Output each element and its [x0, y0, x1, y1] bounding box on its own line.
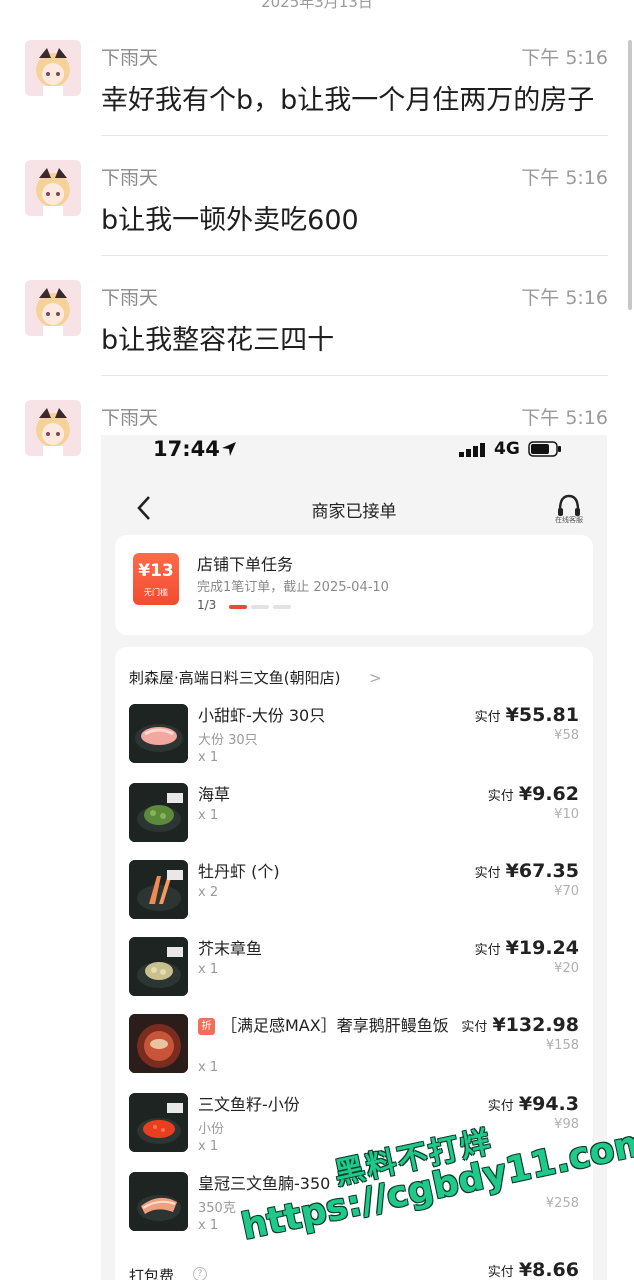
sender-name: 下雨天 [101, 167, 159, 189]
original-price: ¥158 [545, 1038, 579, 1053]
customer-service-label[interactable]: 在线客服 [547, 515, 591, 525]
item-quantity: x 1 [198, 1218, 219, 1233]
item-name-text: ［满足感MAX］奢享鹅肝鳗鱼饭 [221, 1016, 449, 1035]
order-item[interactable]: 芥末章鱼 x 1 实付 ¥19.24 ¥20 [115, 937, 593, 1013]
paid-amount: ¥132.98 [492, 1014, 579, 1036]
item-quantity: x 1 [198, 1139, 219, 1154]
paid-label: 实付 [474, 866, 501, 881]
scrollbar[interactable] [628, 40, 632, 310]
order-item[interactable]: 牡丹虾 (个) x 2 实付 ¥67.35 ¥70 [115, 860, 593, 936]
help-icon[interactable]: ? [193, 1267, 207, 1280]
paid-amount: ¥67.35 [505, 860, 579, 882]
message-time: 下午 5:16 [521, 407, 608, 429]
avatar[interactable] [25, 280, 81, 336]
coupon-badge: ¥13 无门槛 [133, 553, 179, 605]
paid-amount: ¥8.66 [518, 1259, 579, 1280]
dish-image [129, 1093, 188, 1152]
message-time: 下午 5:16 [521, 167, 608, 189]
packing-fee: 实付 ¥8.66 [488, 1259, 579, 1280]
date-header: 2025年3月13日 [261, 0, 373, 11]
sender-name: 下雨天 [101, 287, 159, 309]
message-time: 下午 5:16 [521, 287, 608, 309]
item-price: 实付 ¥19.24 [475, 937, 579, 959]
dish-image [129, 704, 188, 763]
status-time: 17:44 [153, 437, 220, 461]
signal-icon [459, 443, 485, 457]
progress-dot [273, 605, 291, 609]
task-progress: 1/3 [197, 598, 217, 612]
paid-amount: ¥94.3 [518, 1093, 579, 1115]
item-spec: 350克 [198, 1201, 236, 1216]
paid-label: 实付 [487, 789, 514, 804]
order-task-card[interactable]: ¥13 无门槛 店铺下单任务 完成1笔订单，截止 2025-04-10 1/3 [115, 535, 593, 635]
sender-name: 下雨天 [101, 407, 159, 429]
paid-amount: ¥9.62 [518, 783, 579, 805]
original-price: ¥58 [554, 728, 579, 743]
item-quantity: x 1 [198, 1060, 219, 1075]
paid-label: 实付 [474, 710, 501, 725]
coupon-amount: ¥13 [138, 561, 174, 581]
order-item[interactable]: 小甜虾-大份 30只 大份 30只 x 1 实付 ¥55.81 ¥58 [115, 704, 593, 780]
message-text: 幸好我有个b，b让我一个月住两万的房子 [101, 85, 595, 116]
paid-label: 实付 [461, 1020, 488, 1035]
avatar[interactable] [25, 160, 81, 216]
paid-label: 实付 [487, 1265, 514, 1280]
network-label: 4G [494, 439, 520, 459]
discount-tag: 折 [198, 1018, 215, 1035]
dish-image [129, 937, 188, 996]
battery-icon [528, 441, 561, 457]
item-price: 实付 ¥67.35 [475, 860, 579, 882]
avatar[interactable] [25, 400, 81, 456]
item-price: 实付 ¥55.81 [475, 704, 579, 726]
message-divider [101, 135, 608, 136]
avatar[interactable] [25, 40, 81, 96]
task-title: 店铺下单任务 [197, 555, 294, 574]
chevron-right-icon[interactable]: > [369, 669, 382, 687]
message-text: b让我整容花三四十 [101, 325, 335, 356]
location-arrow-icon [222, 442, 236, 456]
item-price: 实付 ¥9.62 [488, 783, 579, 805]
paid-label: 实付 [487, 1099, 514, 1114]
dish-image [129, 1014, 188, 1073]
paid-label: 实付 [474, 943, 501, 958]
item-name: 牡丹虾 (个) [198, 862, 280, 881]
original-price: ¥70 [554, 884, 579, 899]
sender-name: 下雨天 [101, 47, 159, 69]
item-name: 小甜虾-大份 30只 [198, 706, 326, 725]
item-name: 三文鱼籽-小份 [198, 1095, 300, 1114]
item-name: 芥末章鱼 [198, 939, 263, 958]
message-text: b让我一顿外卖吃600 [101, 205, 359, 236]
item-name: 折 ［满足感MAX］奢享鹅肝鳗鱼饭 [198, 1015, 468, 1037]
message-time: 下午 5:16 [521, 47, 608, 69]
paid-amount: ¥19.24 [505, 937, 579, 959]
item-name: 海草 [198, 785, 231, 804]
original-price: ¥258 [545, 1196, 579, 1211]
item-quantity: x 1 [198, 962, 219, 977]
item-price: 实付 ¥132.98 [461, 1014, 579, 1036]
item-price: 实付 ¥94.3 [488, 1093, 579, 1115]
shop-name[interactable]: 刺森屋·高端日料三文鱼(朝阳店) [129, 667, 340, 688]
original-price: ¥98 [554, 1117, 579, 1132]
page-title: 商家已接单 [311, 502, 397, 522]
item-spec: 小份 [198, 1122, 225, 1137]
item-quantity: x 2 [198, 885, 219, 900]
order-item[interactable]: 折 ［满足感MAX］奢享鹅肝鳗鱼饭 x 1 实付 ¥132.98 ¥158 [115, 1014, 593, 1090]
item-spec: 大份 30只 [198, 733, 258, 748]
order-item[interactable]: 海草 x 1 实付 ¥9.62 ¥10 [115, 783, 593, 859]
item-quantity: x 1 [198, 750, 219, 765]
original-price: ¥10 [554, 807, 579, 822]
coupon-note: 无门槛 [144, 588, 168, 597]
original-price: ¥20 [554, 961, 579, 976]
item-quantity: x 1 [198, 808, 219, 823]
message-divider [101, 255, 608, 256]
dish-image [129, 1172, 188, 1231]
message-divider [101, 375, 608, 376]
dish-image [129, 860, 188, 919]
task-subtitle: 完成1笔订单，截止 2025-04-10 [197, 580, 389, 595]
progress-dot-active [229, 605, 247, 609]
packing-fee-label: 打包费 [129, 1267, 175, 1280]
progress-dot [251, 605, 269, 609]
dish-image [129, 783, 188, 842]
paid-amount: ¥55.81 [505, 704, 579, 726]
